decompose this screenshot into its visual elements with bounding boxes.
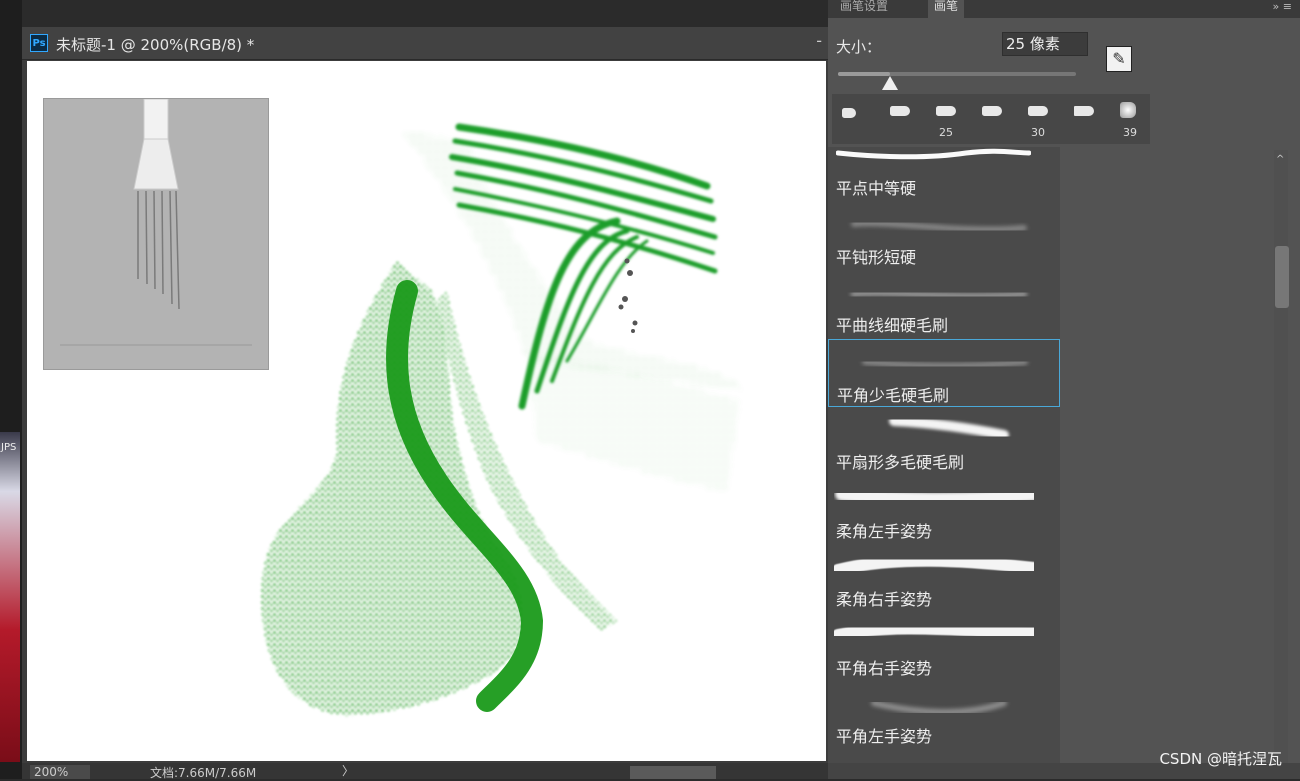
- brush-preset-tip-icon: [1120, 102, 1136, 118]
- brush-stroke-preview: [862, 358, 1028, 369]
- brush-preset-2[interactable]: 25: [924, 94, 968, 144]
- brush-item[interactable]: 平扇形多毛硬毛刷: [828, 407, 1060, 475]
- brush-panel: 画笔设置 画笔 » ≡ 大小： 25 像素 ✎ 25 30 39 平点中等硬平钝形短…: [828, 0, 1300, 779]
- brush-item-label: 平角右手姿势: [836, 658, 933, 678]
- brush-preset-4[interactable]: 30: [1016, 94, 1060, 144]
- brush-item[interactable]: 柔角右手姿势: [828, 544, 1060, 612]
- brush-preset-1[interactable]: [878, 94, 922, 144]
- scroll-thumb[interactable]: [1275, 246, 1289, 308]
- watermark: CSDN @暗托涅瓦: [1159, 750, 1282, 768]
- background-thumbnail[interactable]: JPS: [0, 432, 20, 762]
- brush-preset-tip-icon: [842, 108, 856, 118]
- brush-item-label: 平曲线细硬毛刷: [836, 316, 949, 335]
- brush-item-label: 平扇形多毛硬毛刷: [836, 453, 965, 472]
- size-slider-thumb[interactable]: [882, 76, 899, 90]
- brush-item-label: 平角少毛硬毛刷: [837, 385, 950, 405]
- status-bar: 200% 文档:7.66M/7.66M 〉: [22, 762, 828, 780]
- photoshop-icon: Ps: [30, 34, 48, 52]
- brush-item-label: 柔角右手姿势: [836, 590, 933, 609]
- brush-stroke-preview: [851, 219, 1027, 232]
- brush-item[interactable]: 平角左手姿势: [828, 681, 1060, 749]
- tab-brush-settings[interactable]: 画笔设置: [840, 0, 888, 18]
- background-thumbnail-label: JPS: [1, 442, 17, 453]
- size-input[interactable]: 25 像素: [1002, 32, 1088, 56]
- brush-stroke-preview: [835, 486, 1034, 506]
- brush-item[interactable]: 平点中等硬: [828, 147, 1060, 201]
- brush-item-label: 平点中等硬: [836, 179, 917, 198]
- brush-preset-size: 39: [1123, 126, 1137, 139]
- background-window-strip: JPS: [0, 0, 22, 779]
- panel-menu-icon[interactable]: » ≡: [1273, 0, 1292, 13]
- brush-stroke-preview: [834, 622, 1034, 641]
- size-slider[interactable]: [838, 72, 1076, 76]
- brush-list: 平点中等硬平钝形短硬平曲线细硬毛刷 平角少毛硬毛刷 平扇形多毛硬毛刷 柔角左手姿势 柔角…: [828, 147, 1060, 779]
- brush-tip-preview: [43, 98, 269, 370]
- brush-item[interactable]: 平钝形短硬: [828, 202, 1060, 270]
- brush-preset-5[interactable]: [1062, 94, 1106, 144]
- status-menu-arrow[interactable]: 〉: [342, 762, 354, 779]
- brush-reset-button[interactable]: ✎: [1106, 46, 1132, 72]
- zoom-field[interactable]: 200%: [30, 765, 90, 779]
- brush-preset-tip-icon: [1028, 106, 1048, 116]
- brush-item[interactable]: 平曲线细硬毛刷: [828, 270, 1060, 338]
- brush-item[interactable]: 平角少毛硬毛刷: [828, 338, 1060, 407]
- canvas[interactable]: [27, 61, 826, 761]
- brush-item[interactable]: 柔角左手姿势: [828, 476, 1060, 544]
- brush-item[interactable]: 平角右手姿势: [828, 613, 1060, 681]
- brush-reset-icon: ✎: [1112, 49, 1126, 68]
- brush-item-label: 平角左手姿势: [836, 727, 933, 746]
- brush-stroke-preview: [850, 289, 1028, 300]
- scroll-up-icon[interactable]: ^: [1276, 154, 1284, 165]
- brush-stroke-preview: [871, 700, 1007, 715]
- brush-preset-tip-icon: [890, 106, 910, 116]
- brush-preset-tip-icon: [936, 106, 956, 116]
- document-info: 文档:7.66M/7.66M: [150, 766, 257, 780]
- size-label: 大小：: [836, 38, 882, 56]
- brush-list-scrollbar[interactable]: ^: [1274, 150, 1289, 770]
- brush-preset-tip-icon: [982, 106, 1002, 116]
- brush-preset-0[interactable]: [832, 94, 876, 144]
- tab-brushes[interactable]: 画笔: [928, 0, 965, 18]
- brush-stroke-preview: [889, 416, 1009, 440]
- brush-preset-size: 25: [939, 126, 953, 139]
- brush-item-label: 柔角左手姿势: [836, 521, 933, 541]
- brush-stroke-preview: [834, 554, 1034, 576]
- brush-preset-size: 30: [1031, 126, 1045, 139]
- minimize-button[interactable]: -: [816, 31, 822, 50]
- brush-list-empty-area: [1060, 147, 1280, 779]
- document-tab[interactable]: Ps 未标题-1 @ 200%(RGB/8) * -: [22, 27, 828, 60]
- horizontal-scrollbar[interactable]: [630, 766, 716, 779]
- panel-tabs: 画笔设置 画笔 » ≡: [828, 0, 1300, 18]
- brush-preset-6[interactable]: 39: [1108, 94, 1152, 144]
- brush-item-label: 平钝形短硬: [836, 247, 917, 267]
- brush-preset-tip-icon: [1074, 106, 1094, 116]
- document-title: 未标题-1 @ 200%(RGB/8) *: [56, 36, 255, 54]
- document-window: Ps 未标题-1 @ 200%(RGB/8) * - 200% 文档:7.66M…: [22, 27, 828, 780]
- brush-presets: 25 30 39: [832, 94, 1150, 144]
- brush-preset-3[interactable]: [970, 94, 1014, 144]
